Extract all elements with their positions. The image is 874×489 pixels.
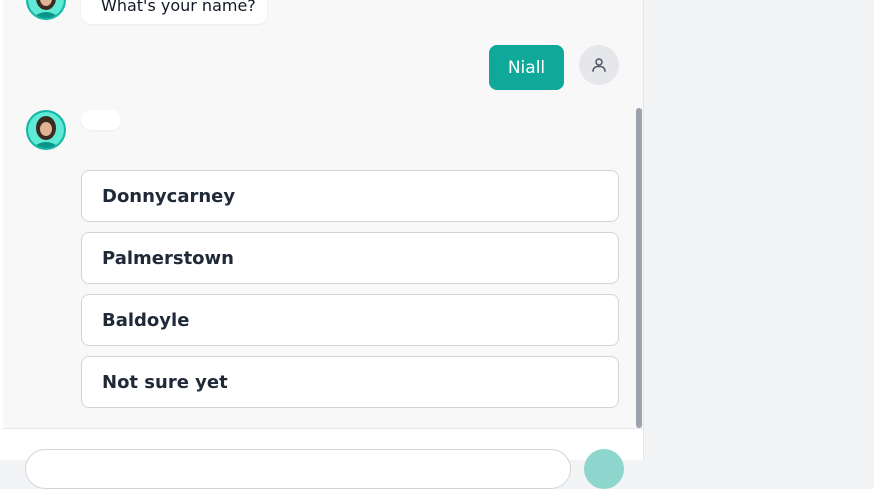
option-label: Palmerstown <box>102 247 234 269</box>
bot-message-bubble: What's your name? <box>81 0 267 24</box>
option-palmerstown[interactable]: Palmerstown <box>81 232 619 284</box>
chat-panel: What's your name? Niall Donnycarney Palm… <box>0 0 643 460</box>
option-not-sure-yet[interactable]: Not sure yet <box>81 356 619 408</box>
option-label: Not sure yet <box>102 371 228 393</box>
user-message-text: Niall <box>507 57 546 78</box>
user-message-bubble: Niall <box>489 45 564 90</box>
send-button[interactable] <box>584 449 624 489</box>
assistant-avatar-icon <box>28 112 64 148</box>
bot-avatar <box>26 0 66 20</box>
bot-message-bubble <box>81 110 121 130</box>
bot-avatar <box>26 110 66 150</box>
panel-divider <box>643 0 644 460</box>
option-baldoyle[interactable]: Baldoyle <box>81 294 619 346</box>
option-donnycarney[interactable]: Donnycarney <box>81 170 619 222</box>
user-avatar <box>579 45 619 85</box>
option-label: Donnycarney <box>102 185 236 207</box>
person-icon <box>592 58 606 72</box>
bot-message-text: What's your name? <box>101 0 256 15</box>
message-input[interactable] <box>25 449 571 489</box>
assistant-avatar-icon <box>28 0 64 18</box>
option-label: Baldoyle <box>102 309 190 331</box>
scrollbar-thumb[interactable] <box>636 108 642 428</box>
